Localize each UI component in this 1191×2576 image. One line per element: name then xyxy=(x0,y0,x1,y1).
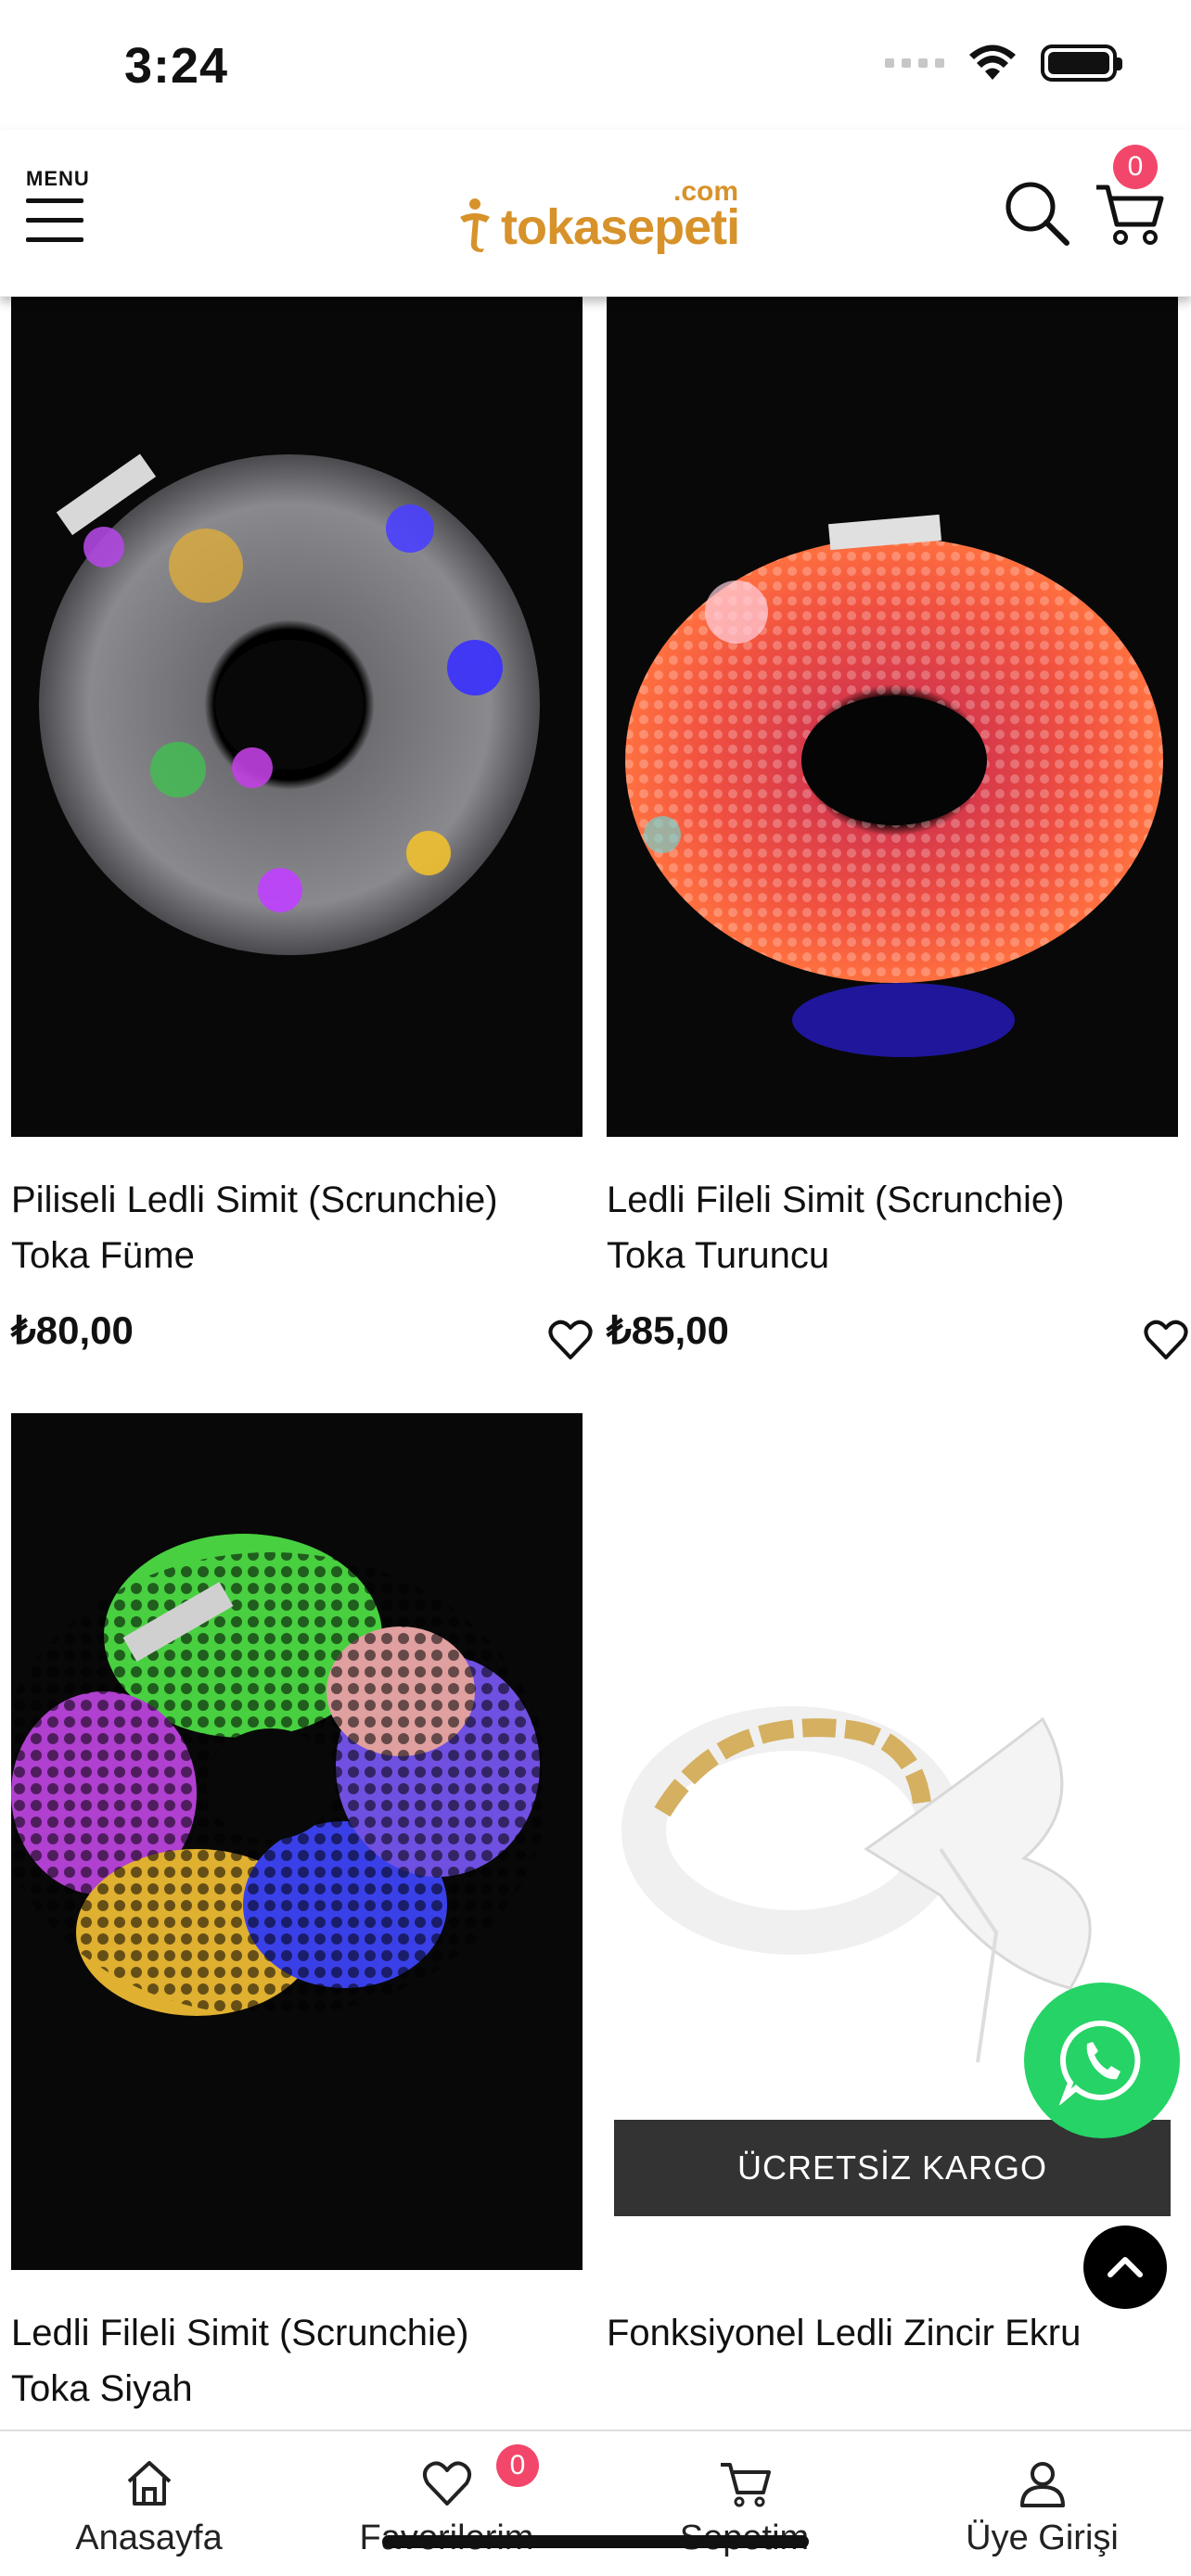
chevron-up-icon xyxy=(1108,2257,1143,2277)
menu-label: MENU xyxy=(26,167,90,190)
product-card[interactable]: Ledli Fileli Simit (Scrunchie) Toka Turu… xyxy=(607,297,1188,1359)
cart-count-badge: 0 xyxy=(1113,145,1158,189)
scrunchie-grey-image xyxy=(39,453,540,955)
heart-icon[interactable] xyxy=(547,1317,594,1363)
home-indicator xyxy=(382,2535,809,2548)
product-image[interactable] xyxy=(11,1413,583,2270)
nav-item-home[interactable]: Anasayfa xyxy=(0,2431,298,2576)
product-card[interactable]: ÜCRETSİZ KARGO Fonksiyonel Ledli Zincir … xyxy=(607,1413,1178,2361)
signal-icon xyxy=(885,58,944,68)
wifi-icon xyxy=(969,45,1016,80)
bottom-nav: Anasayfa 0 Favorilerim Sepetim Üye Giriş… xyxy=(0,2429,1191,2576)
hamburger-icon xyxy=(26,198,100,242)
status-icons xyxy=(885,45,1122,82)
heart-icon[interactable] xyxy=(1143,1317,1189,1363)
site-logo[interactable]: tokasepeti .com xyxy=(455,176,742,260)
user-icon xyxy=(1019,2462,1065,2507)
whatsapp-button[interactable] xyxy=(1024,1983,1180,2138)
scrunchie-orange-image xyxy=(625,514,1163,1057)
product-image[interactable] xyxy=(11,297,583,1137)
heart-icon xyxy=(422,2461,471,2506)
product-title[interactable]: Piliseli Ledli Simit (Scrunchie) Toka Fü… xyxy=(11,1172,583,1283)
product-image[interactable] xyxy=(607,297,1178,1137)
product-price: ₺80,00 xyxy=(11,1308,134,1352)
scrunchie-black-image xyxy=(11,1534,549,2016)
product-card[interactable]: Ledli Fileli Simit (Scrunchie) Toka Siya… xyxy=(11,1413,583,2417)
logo-mark-icon xyxy=(460,198,490,252)
nav-label-home: Anasayfa xyxy=(75,2519,223,2557)
product-card[interactable]: Piliseli Ledli Simit (Scrunchie) Toka Fü… xyxy=(11,297,593,1359)
product-title[interactable]: Ledli Fileli Simit (Scrunchie) Toka Siya… xyxy=(11,2305,583,2417)
product-price: ₺85,00 xyxy=(607,1308,729,1352)
home-icon xyxy=(127,2461,171,2506)
nav-label-login: Üye Girişi xyxy=(966,2519,1119,2557)
status-time: 3:24 xyxy=(124,38,229,94)
product-title[interactable]: Fonksiyonel Ledli Zincir Ekru xyxy=(607,2305,1178,2361)
nav-item-favorites[interactable]: 0 Favorilerim xyxy=(298,2431,596,2576)
nav-item-login[interactable]: Üye Girişi xyxy=(893,2431,1191,2576)
battery-icon xyxy=(1041,45,1122,82)
nav-item-cart[interactable]: Sepetim xyxy=(596,2431,893,2576)
whatsapp-icon xyxy=(1058,2020,1141,2105)
app-header: MENU tokasepeti .com 0 xyxy=(0,130,1191,297)
product-image[interactable]: ÜCRETSİZ KARGO xyxy=(607,1413,1178,2270)
product-title[interactable]: Ledli Fileli Simit (Scrunchie) Toka Turu… xyxy=(607,1172,1178,1283)
menu-button[interactable]: MENU xyxy=(26,167,100,260)
status-bar: 3:24 xyxy=(0,0,1191,130)
scroll-to-top-button[interactable] xyxy=(1083,2225,1167,2309)
search-icon[interactable] xyxy=(1000,176,1074,250)
cart-icon xyxy=(720,2463,771,2507)
favorites-count-badge: 0 xyxy=(496,2444,539,2487)
logo-suffix: .com xyxy=(673,176,739,207)
